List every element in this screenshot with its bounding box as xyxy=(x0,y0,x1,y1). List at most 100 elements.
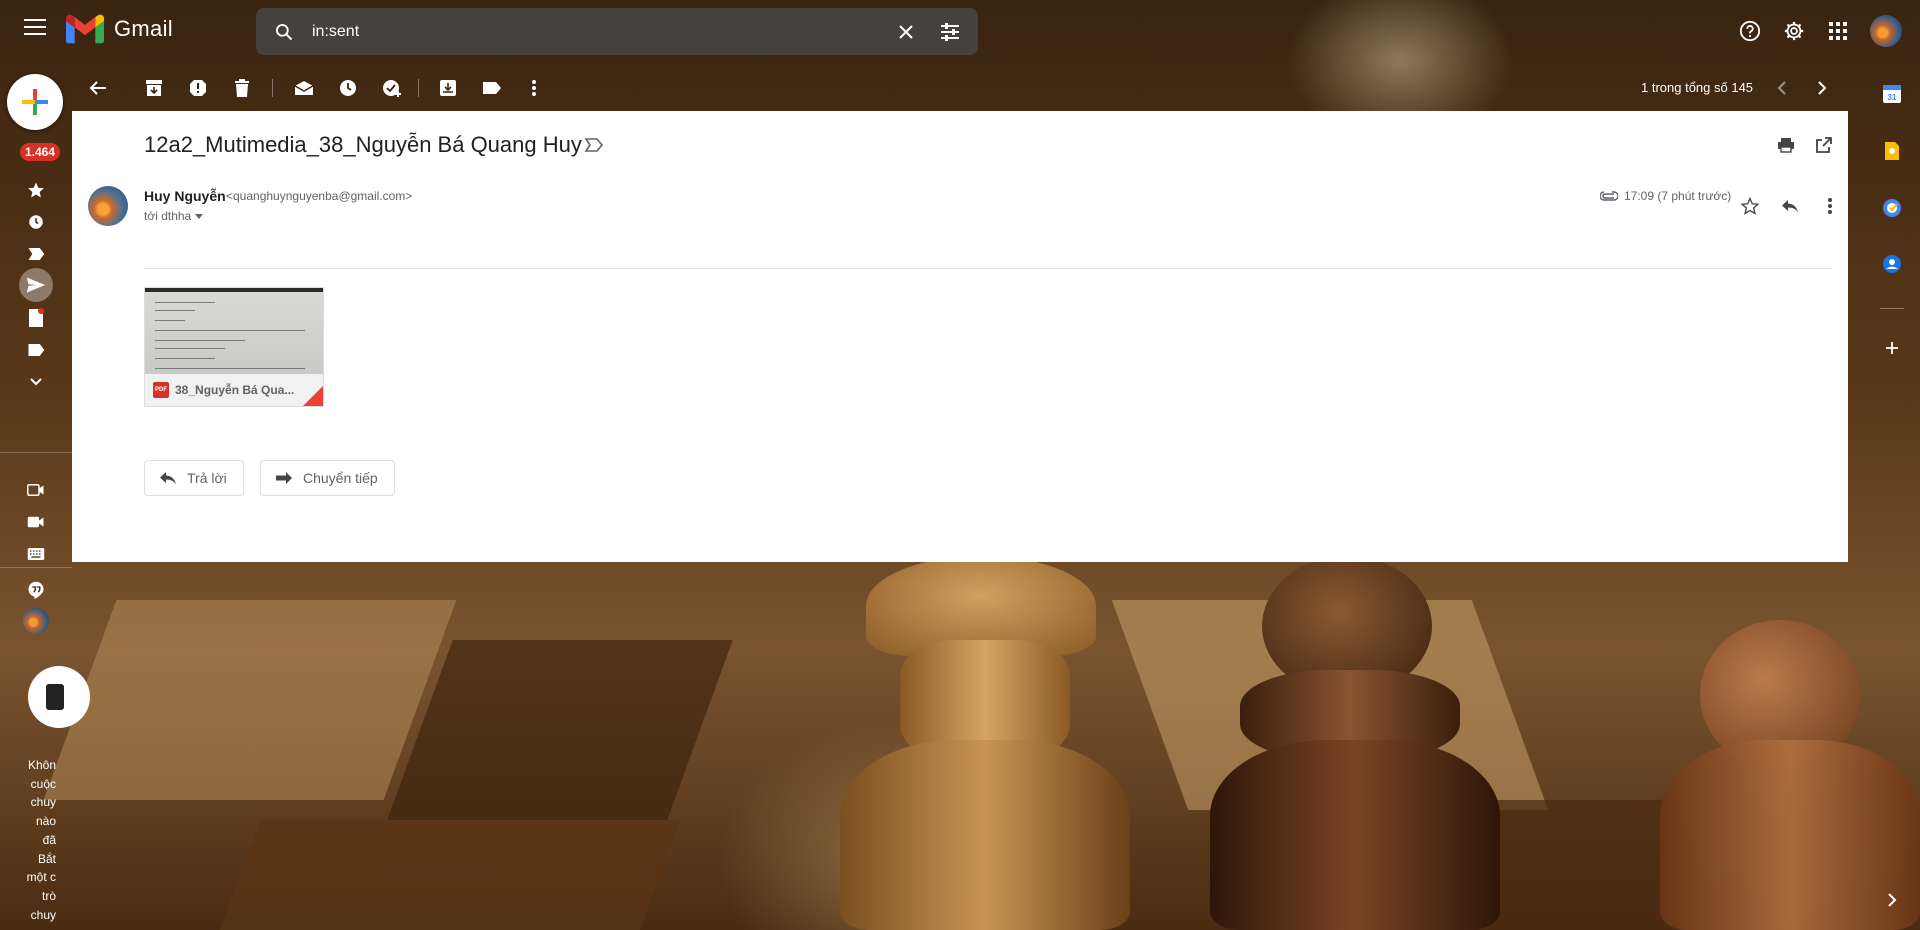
snooze-icon[interactable] xyxy=(330,70,366,106)
rail-divider xyxy=(0,567,72,568)
sender-name[interactable]: Huy Nguyễn xyxy=(144,188,226,204)
reply-icon[interactable] xyxy=(1774,190,1806,222)
sent-icon[interactable] xyxy=(19,268,53,302)
account-avatar[interactable] xyxy=(1870,15,1902,47)
reply-label: Trả lời xyxy=(187,470,227,486)
chevron-right-icon[interactable] xyxy=(1804,70,1840,106)
settings-icon[interactable] xyxy=(1772,9,1816,53)
move-to-icon[interactable] xyxy=(430,70,466,106)
side-panel-divider xyxy=(1880,308,1904,309)
message-divider xyxy=(144,268,1832,269)
chess-pawn-base xyxy=(840,740,1130,930)
attachment-footer: PDF 38_Nguyễn Bá Qua... xyxy=(145,374,323,406)
sender-avatar[interactable] xyxy=(88,186,128,226)
board-square xyxy=(387,640,733,820)
recipient-text: tới dthha xyxy=(144,209,192,223)
snoozed-icon[interactable] xyxy=(22,208,50,236)
hangouts-text-line: Khôn xyxy=(27,758,56,772)
app-name: Gmail xyxy=(114,16,173,41)
hangouts-text-line: đã xyxy=(42,832,56,847)
archive-icon[interactable] xyxy=(136,70,172,106)
filter-options-icon[interactable] xyxy=(928,10,972,54)
message-panel: 12a2_Mutimedia_38_Nguyễn Bá Quang Huy Hu… xyxy=(72,111,1848,562)
board-square xyxy=(43,600,457,800)
pagination-text: 1 trong tổng số 145 xyxy=(1641,80,1754,95)
menu-icon[interactable] xyxy=(24,19,46,35)
hangouts-text-line: cuộc xyxy=(30,776,56,791)
keyboard-icon[interactable] xyxy=(22,540,50,568)
importance-marker-icon[interactable] xyxy=(584,137,604,153)
search-bar[interactable] xyxy=(256,8,978,55)
open-new-window-icon[interactable] xyxy=(1808,129,1840,161)
expand-side-panel-icon[interactable] xyxy=(1880,888,1904,912)
print-icon[interactable] xyxy=(1770,129,1802,161)
hangouts-text-line: chuy xyxy=(30,795,56,810)
search-input[interactable] xyxy=(312,22,884,41)
attachment-corner-fold xyxy=(303,386,323,406)
more-icon[interactable] xyxy=(1814,190,1846,222)
compose-button[interactable] xyxy=(7,74,63,130)
meet-new-icon[interactable] xyxy=(22,476,50,504)
calendar-icon[interactable]: 31 xyxy=(1880,82,1904,106)
starred-icon[interactable] xyxy=(22,176,50,204)
meet-video-icon[interactable] xyxy=(22,508,50,536)
attachment-thumbnail xyxy=(145,288,323,374)
compose-plus-icon xyxy=(22,89,48,115)
forward-label: Chuyển tiếp xyxy=(303,470,378,486)
attachment-clip-icon xyxy=(1600,191,1618,201)
keep-icon[interactable] xyxy=(1880,139,1904,163)
hangouts-text-line: trò xyxy=(41,888,56,903)
contacts-icon[interactable] xyxy=(1880,252,1904,276)
hangouts-icon[interactable] xyxy=(22,576,50,604)
pdf-icon: PDF xyxy=(153,382,169,398)
chess-pawn-dark-base xyxy=(1210,740,1500,930)
attachment-card[interactable]: PDF 38_Nguyễn Bá Qua... xyxy=(144,287,324,407)
add-task-icon[interactable] xyxy=(374,70,410,106)
attachment-name: 38_Nguyễn Bá Qua... xyxy=(175,383,295,397)
help-icon[interactable] xyxy=(1728,9,1772,53)
spam-icon[interactable] xyxy=(180,70,216,106)
drafts-icon[interactable] xyxy=(22,304,50,332)
sender-email: <quanghuynguyenba@gmail.com> xyxy=(226,189,413,203)
rail-divider xyxy=(0,452,72,453)
mark-unread-icon[interactable] xyxy=(286,70,322,106)
forward-button[interactable]: Chuyển tiếp xyxy=(260,460,395,496)
hangouts-empty-illustration xyxy=(28,666,90,728)
top-right-controls xyxy=(1728,10,1920,52)
time-text: 17:09 (7 phút trước) xyxy=(1624,189,1732,203)
hangouts-avatar[interactable] xyxy=(23,608,49,634)
star-icon[interactable] xyxy=(1734,190,1766,222)
label-nav-icon[interactable] xyxy=(22,336,50,364)
toolbar-divider xyxy=(272,79,273,97)
recipient-details[interactable]: tới dthha xyxy=(144,209,204,223)
toolbar-divider xyxy=(418,79,419,97)
label-icon[interactable] xyxy=(474,70,510,106)
side-panel: 31 xyxy=(1864,62,1920,930)
plus-icon[interactable] xyxy=(1880,336,1904,360)
svg-text:31: 31 xyxy=(1888,93,1897,102)
caret-down-icon xyxy=(195,213,204,219)
hangouts-text-line: Bắt xyxy=(37,851,56,866)
clear-icon[interactable] xyxy=(884,10,928,54)
apps-icon[interactable] xyxy=(1816,9,1860,53)
more-nav-chevron-icon[interactable] xyxy=(22,368,50,396)
message-toolbar: 1 trong tổng số 145 xyxy=(72,70,1848,106)
chevron-left-icon[interactable] xyxy=(1764,70,1800,106)
message-time: 17:09 (7 phút trước) xyxy=(1600,189,1731,203)
hangouts-text-line: nào xyxy=(35,814,56,829)
search-icon[interactable] xyxy=(256,22,312,42)
tasks-icon[interactable] xyxy=(1880,196,1904,220)
more-icon[interactable] xyxy=(516,70,552,106)
top-bar: Gmail xyxy=(0,0,1920,62)
gmail-logo-icon xyxy=(66,14,104,44)
reply-button[interactable]: Trả lời xyxy=(144,460,244,496)
hangouts-empty-text: Khôn cuộc chuy nào đã Bắt một c trò chuy xyxy=(0,756,56,924)
message-subject: 12a2_Mutimedia_38_Nguyễn Bá Quang Huy xyxy=(144,132,582,157)
delete-icon[interactable] xyxy=(224,70,260,106)
inbox-unread-badge: 1.464 xyxy=(20,143,61,161)
reply-icon xyxy=(160,472,176,485)
back-icon[interactable] xyxy=(80,70,116,106)
board-square xyxy=(219,820,681,930)
gmail-logo[interactable]: Gmail xyxy=(66,14,173,44)
important-icon[interactable] xyxy=(22,240,50,268)
